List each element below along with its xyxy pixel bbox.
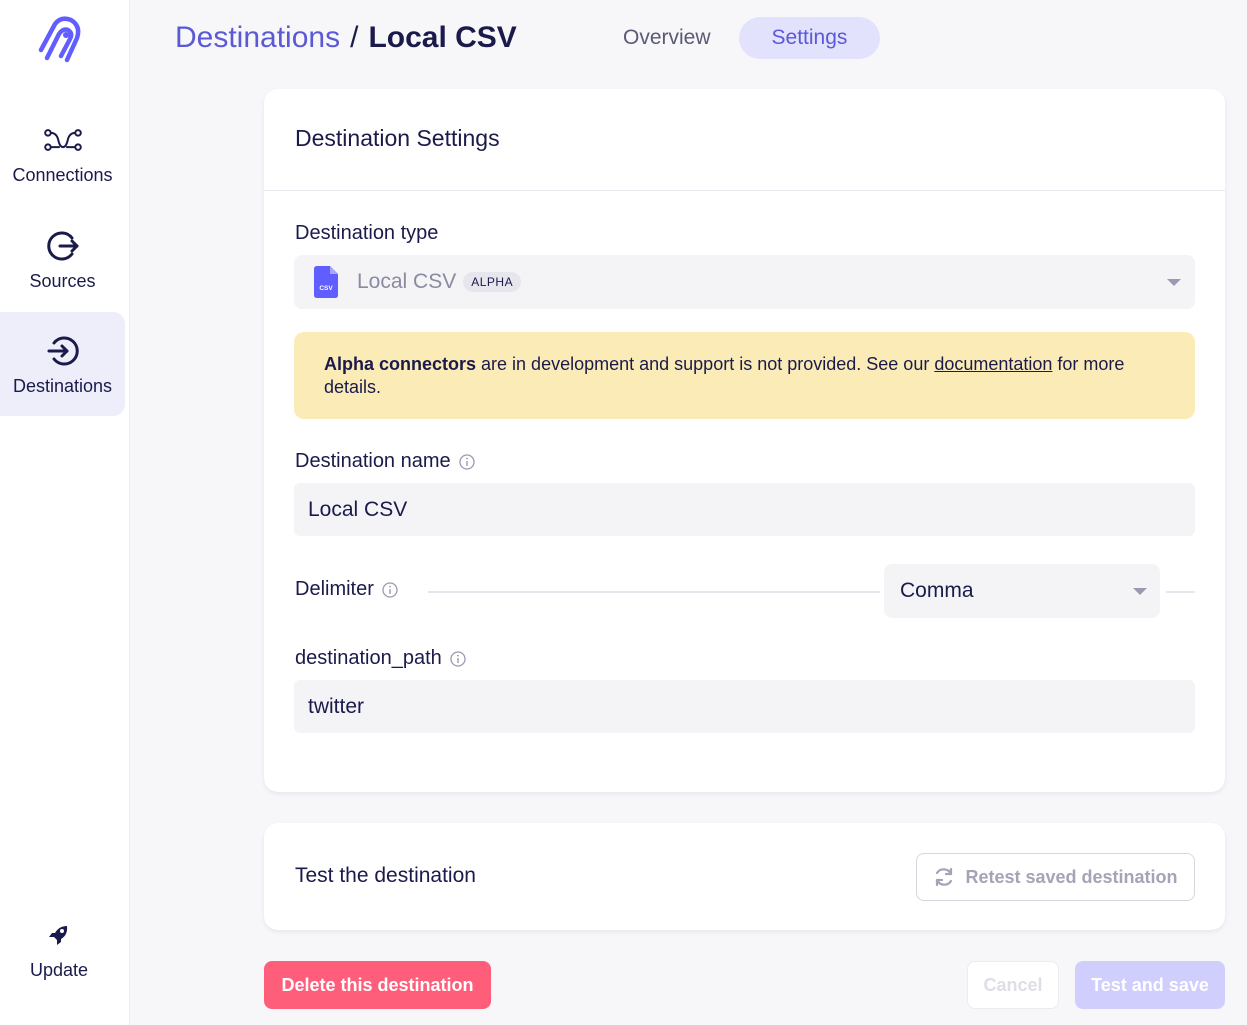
breadcrumb-separator: /: [350, 21, 359, 54]
alpha-warning-alert: Alpha connectors are in development and …: [294, 332, 1195, 419]
connections-icon: [43, 121, 82, 159]
sidebar-item-label: Sources: [29, 270, 96, 291]
destination-settings-card: Destination Settings Destination type CS…: [264, 89, 1225, 792]
divider: [428, 591, 880, 593]
delimiter-label-text: Delimiter: [295, 578, 374, 600]
card-title: Destination Settings: [295, 125, 500, 151]
destination-type-label: Destination type: [295, 222, 439, 244]
alert-text: are in development and support is not pr…: [476, 354, 935, 374]
destination-name-label: Destination name: [295, 450, 475, 473]
csv-icon-text: CSV: [319, 285, 333, 292]
destination-type-select[interactable]: CSV Local CSV ALPHA: [294, 255, 1195, 309]
retest-button-label: Retest saved destination: [965, 866, 1178, 887]
delimiter-value: Comma: [900, 579, 974, 602]
test-destination-card: Test the destination Retest saved destin…: [264, 823, 1225, 930]
sidebar-item-sources[interactable]: Sources: [0, 207, 125, 311]
sidebar-item-connections[interactable]: Connections: [0, 101, 125, 205]
test-destination-title: Test the destination: [295, 864, 476, 887]
airbyte-logo-icon[interactable]: [33, 16, 85, 68]
sidebar: Connections Sources Destinations Update: [0, 0, 130, 1025]
retest-saved-destination-button[interactable]: Retest saved destination: [916, 853, 1195, 901]
update-button[interactable]: Update: [0, 912, 118, 992]
divider: [264, 190, 1225, 191]
delimiter-label: Delimiter: [295, 578, 398, 601]
csv-file-icon: CSV: [314, 266, 338, 298]
alert-bold-text: Alpha connectors: [324, 354, 477, 374]
sidebar-item-label: Destinations: [12, 375, 113, 396]
destinations-icon: [44, 332, 82, 370]
destination-type-value: Local CSV: [357, 270, 457, 293]
delimiter-select[interactable]: Comma: [884, 564, 1160, 618]
documentation-link[interactable]: documentation: [934, 354, 1052, 374]
refresh-icon: [936, 867, 953, 887]
tab-overview[interactable]: Overview: [595, 17, 739, 59]
destination-path-label: destination_path: [295, 647, 466, 670]
destination-path-label-text: destination_path: [295, 647, 442, 669]
tab-settings[interactable]: Settings: [738, 17, 881, 59]
chevron-down-icon: [1167, 279, 1181, 286]
test-and-save-button[interactable]: Test and save: [1075, 961, 1225, 1009]
update-label: Update: [29, 960, 89, 980]
divider: [1166, 591, 1195, 593]
breadcrumb-destinations-link[interactable]: Destinations: [175, 21, 340, 55]
sources-icon: [44, 227, 82, 265]
destination-name-input[interactable]: [294, 483, 1195, 536]
cancel-button[interactable]: Cancel: [967, 961, 1059, 1009]
sidebar-item-label: Connections: [12, 164, 113, 185]
alpha-badge: ALPHA: [463, 272, 522, 292]
page-title: Local CSV: [368, 21, 517, 54]
sidebar-item-destinations[interactable]: Destinations: [0, 312, 125, 416]
tabs: Overview Settings: [595, 17, 881, 59]
destination-path-input[interactable]: [294, 680, 1195, 733]
rocket-icon: [47, 923, 71, 952]
info-icon[interactable]: [459, 453, 475, 470]
delete-destination-button[interactable]: Delete this destination: [264, 961, 491, 1009]
destination-name-label-text: Destination name: [295, 450, 451, 472]
info-icon[interactable]: [450, 650, 466, 667]
chevron-down-icon: [1133, 588, 1147, 595]
breadcrumb: Destinations / Local CSV: [175, 16, 517, 60]
info-icon[interactable]: [382, 581, 398, 598]
